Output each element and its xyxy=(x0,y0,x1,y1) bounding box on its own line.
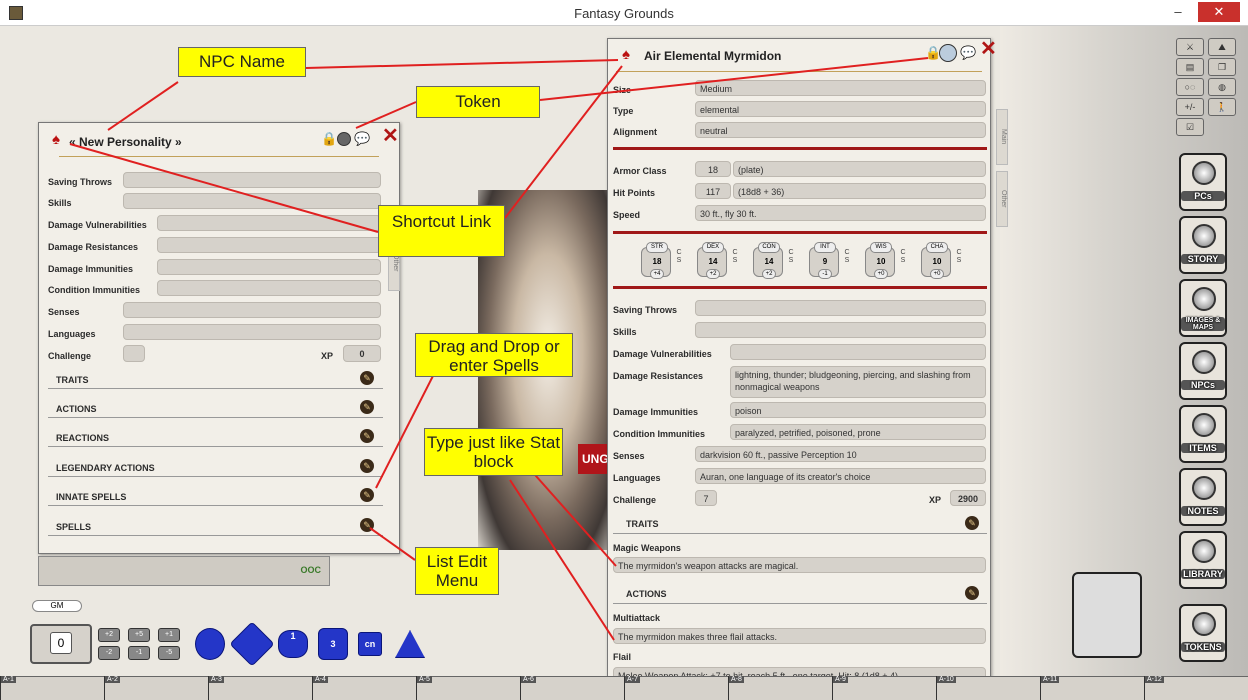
npcs-icon xyxy=(1192,350,1216,374)
tokens-icon xyxy=(1192,612,1216,636)
d10-icon[interactable]: 1 xyxy=(278,630,308,658)
hotkey-a10[interactable]: A-10 xyxy=(936,676,1040,700)
hotkey-a12[interactable]: A-12 xyxy=(1144,676,1248,700)
tool-effects[interactable]: ○◌ xyxy=(1176,78,1204,96)
modifier-minus5[interactable]: -5 xyxy=(158,646,180,660)
callout-drag-drop: Drag and Drop or enter Spells xyxy=(415,333,573,377)
sidebar-notes[interactable]: NOTES xyxy=(1179,468,1227,526)
callout-npc-name: NPC Name xyxy=(178,47,306,77)
notes-icon xyxy=(1192,476,1216,500)
modifier-minus1[interactable]: -1 xyxy=(128,646,150,660)
callout-type-like: Type just like Stat block xyxy=(424,428,563,476)
images-icon xyxy=(1192,287,1216,311)
modifier-plus1[interactable]: +1 xyxy=(158,628,180,642)
sidebar-story[interactable]: STORY xyxy=(1179,216,1227,274)
callout-list-edit: List Edit Menu xyxy=(415,547,499,595)
sidebar-npcs[interactable]: NPCs xyxy=(1179,342,1227,400)
hotkey-a7[interactable]: A-7 xyxy=(624,676,728,700)
sidebar-tokens[interactable]: TOKENS xyxy=(1179,604,1227,662)
d20-icon[interactable] xyxy=(195,628,225,660)
modifier-value[interactable]: 0 xyxy=(50,632,72,654)
tool-modifiers[interactable]: +/- xyxy=(1176,98,1204,116)
hotkey-a8[interactable]: A-8 xyxy=(728,676,832,700)
modifier-minus2[interactable]: -2 xyxy=(98,646,120,660)
tool-list[interactable]: ▤ xyxy=(1176,58,1204,76)
hotkey-a2[interactable]: A-2 xyxy=(104,676,208,700)
hotkey-a6[interactable]: A-6 xyxy=(520,676,624,700)
sidebar-library[interactable]: LIBRARY xyxy=(1179,531,1227,589)
tool-cards[interactable]: ❐ xyxy=(1208,58,1236,76)
tool-character[interactable]: 🚶 xyxy=(1208,98,1236,116)
gm-identity-badge[interactable]: GM xyxy=(32,600,82,612)
modifier-plus2[interactable]: +2 xyxy=(98,628,120,642)
pcs-icon xyxy=(1192,161,1216,185)
sidebar-items[interactable]: ITEMS xyxy=(1179,405,1227,463)
modifier-plus5[interactable]: +5 xyxy=(128,628,150,642)
items-icon xyxy=(1192,413,1216,437)
hotkey-a11[interactable]: A-11 xyxy=(1040,676,1144,700)
hotkey-a9[interactable]: A-9 xyxy=(832,676,936,700)
hotkey-a1[interactable]: A-1 xyxy=(0,676,104,700)
sidebar-pcs[interactable]: PCs xyxy=(1179,153,1227,211)
sidebar-images-maps[interactable]: IMAGES & MAPS xyxy=(1179,279,1227,337)
hotkey-a3[interactable]: A-3 xyxy=(208,676,312,700)
d6-icon[interactable]: cn xyxy=(358,632,382,656)
tool-combat[interactable]: ⚔ xyxy=(1176,38,1204,56)
callout-shortcut-link: Shortcut Link xyxy=(378,205,505,257)
tool-checklist[interactable]: ☑ xyxy=(1176,118,1204,136)
story-icon xyxy=(1192,224,1216,248)
hotkey-a5[interactable]: A-5 xyxy=(416,676,520,700)
tool-map[interactable]: ⛰ xyxy=(1208,38,1236,56)
library-icon xyxy=(1192,539,1216,563)
fantasy-grounds-logo xyxy=(1072,572,1142,658)
hotkey-a4[interactable]: A-4 xyxy=(312,676,416,700)
callout-token: Token xyxy=(416,86,540,118)
tool-dice[interactable]: ◍ xyxy=(1208,78,1236,96)
dice-modifier-box[interactable]: 0 xyxy=(30,624,92,664)
callout-arrows xyxy=(69,57,929,641)
d8-icon[interactable]: 3 xyxy=(318,628,348,660)
